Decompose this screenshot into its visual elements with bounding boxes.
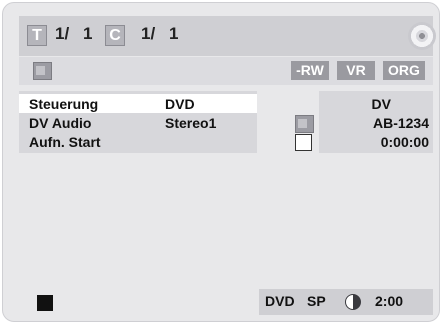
title-chapter-bar: T 1/ 1 C 1/ 1 [19, 16, 436, 56]
format-tag-rw: -RW [291, 61, 329, 80]
chapter-badge: C [105, 25, 125, 46]
menu-item-aufn-start[interactable]: Aufn. Start [19, 132, 257, 151]
stop-icon [37, 295, 53, 311]
tape-time: 0:00:00 [380, 134, 429, 150]
title-total: 1 [83, 24, 93, 43]
dv-info-panel: DV AB-1234 0:00:00 [319, 91, 433, 153]
media-label: DVD [265, 293, 295, 309]
dv-settings-menu: Steuerung DVD DV Audio Stereo1 Aufn. Sta… [19, 91, 257, 153]
dv-label: DV [371, 96, 391, 112]
checkbox-icon [295, 134, 312, 151]
chapter-total: 1 [169, 24, 179, 43]
pie-remaining-icon [345, 294, 361, 310]
title-badge: T [27, 25, 47, 46]
tape-id: AB-1234 [372, 115, 429, 131]
title-number: 1/ [55, 24, 70, 43]
format-tag-vr: VR [337, 61, 375, 80]
status-bar: DVD SP 2:00 [259, 289, 433, 315]
format-bar: -RW VR ORG [19, 57, 433, 85]
camcorder-icon [33, 62, 52, 80]
menu-item-value: DVD [165, 96, 195, 112]
menu-item-value: Stereo1 [165, 115, 217, 131]
menu-item-dv-audio[interactable]: DV Audio Stereo1 [19, 113, 257, 132]
format-tag-org: ORG [383, 61, 425, 80]
menu-item-label: Aufn. Start [29, 134, 101, 150]
menu-item-label: DV Audio [29, 115, 92, 131]
osd-screen: T 1/ 1 C 1/ 1 -RW VR ORG Steuerung DVD D… [2, 2, 440, 322]
remaining-time: 2:00 [375, 293, 404, 309]
record-mode: SP [307, 293, 326, 309]
dv-camcorder-icon [295, 115, 314, 133]
menu-item-steuerung[interactable]: Steuerung DVD [19, 94, 257, 113]
disc-icon [408, 22, 436, 50]
chapter-number: 1/ [141, 24, 156, 43]
menu-item-label: Steuerung [29, 96, 99, 112]
